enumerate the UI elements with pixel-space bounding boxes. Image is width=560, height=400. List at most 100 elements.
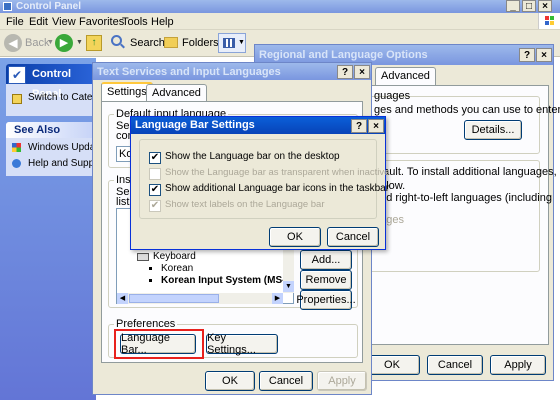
views-dropdown-icon: ▼ — [238, 39, 245, 46]
option-show-desktop[interactable]: ✔ Show the Language bar on the desktop — [149, 151, 369, 165]
views-grid-icon — [223, 38, 235, 48]
tsil-close-button[interactable]: × — [354, 65, 370, 79]
button-label: OK — [384, 359, 400, 371]
forward-dropdown-icon[interactable]: ▼ — [76, 39, 83, 46]
category-view-icon — [12, 94, 22, 104]
tab-settings[interactable]: Settings — [101, 82, 153, 102]
tab-label: Advanced — [381, 70, 430, 82]
folders-button[interactable]: Folders — [162, 33, 219, 53]
maximize-button[interactable]: □ — [522, 0, 536, 12]
see-also-title: See Also — [14, 124, 61, 136]
control-panel-titlebar[interactable]: Control Panel — [0, 0, 560, 13]
langbar-titlebar[interactable]: Language Bar Settings — [131, 117, 385, 134]
tab-advanced[interactable]: Advanced — [146, 84, 207, 102]
highlight-box — [114, 329, 204, 359]
tsil-ok-button[interactable]: OK — [205, 371, 255, 391]
option-taskbar-icons[interactable]: ✔ Show additional Language bar icons in … — [149, 183, 389, 197]
regional-text-1: guages — [374, 90, 411, 102]
keyboard-icon — [137, 253, 149, 261]
control-panel-icon: ✔ — [8, 66, 26, 84]
regional-help-button[interactable]: ? — [519, 48, 535, 62]
add-button[interactable]: Add... — [300, 250, 352, 270]
windows-update-icon — [12, 143, 21, 152]
scroll-right-icon[interactable]: ▶ — [272, 293, 283, 304]
langbar-dialog: Language Bar Settings ? × ✔ Show the Lan… — [130, 116, 390, 250]
menu-favorites[interactable]: Favorites — [79, 16, 124, 28]
properties-button[interactable]: Properties... — [296, 290, 356, 310]
option-text-labels: ✔ Show text labels on the Language bar — [149, 199, 369, 213]
option-label: Show the Language bar on the desktop — [165, 151, 340, 162]
checkbox-taskbar-icons[interactable]: ✔ — [149, 184, 161, 196]
button-label: Cancel — [437, 359, 473, 371]
button-label: Apply — [328, 375, 356, 387]
tree-korean[interactable]: Korean — [161, 263, 193, 274]
scroll-down-icon[interactable]: ▼ — [283, 281, 294, 292]
folder-icon — [164, 37, 178, 48]
regional-title: Regional and Language Options — [259, 49, 428, 61]
langbar-close-button[interactable]: × — [368, 119, 384, 133]
views-button[interactable]: ▼ — [218, 33, 246, 53]
tree-hscrollbar[interactable]: ◀ ▶ — [117, 293, 283, 304]
regional-close-button[interactable]: × — [536, 48, 552, 62]
langbar-ok-button[interactable]: OK — [269, 227, 321, 247]
folders-label: Folders — [182, 37, 219, 49]
button-label: Cancel — [268, 375, 304, 387]
menu-view[interactable]: View — [52, 16, 76, 28]
key-settings-button[interactable]: Key Settings... — [206, 332, 278, 356]
tree-keyboard[interactable]: Keyboard — [153, 251, 196, 262]
details-button[interactable]: Details... — [464, 120, 522, 140]
menu-help[interactable]: Help — [151, 16, 174, 28]
tsil-cancel-button[interactable]: Cancel — [259, 371, 313, 391]
back-label: Back — [25, 37, 50, 49]
checkbox-transparent — [149, 168, 161, 180]
tsil-title: Text Services and Input Languages — [97, 65, 281, 78]
regional-text-5: and right-to-left languages (including — [374, 192, 552, 204]
tsil-titlebar[interactable]: Text Services and Input Languages — [93, 63, 371, 80]
langbar-cancel-button[interactable]: Cancel — [327, 227, 379, 247]
button-label: Add... — [311, 254, 341, 266]
checkbox-show-desktop[interactable]: ✔ — [149, 152, 161, 164]
regional-tab-advanced[interactable]: Advanced — [375, 67, 436, 85]
button-label: Details... — [471, 124, 515, 136]
control-panel-app-icon — [3, 2, 12, 11]
scroll-thumb[interactable] — [129, 294, 219, 303]
menu-bar: File Edit View Favorites Tools Help — [0, 13, 560, 30]
task-pane: Control Panel ✔ Switch to Category View … — [0, 58, 136, 400]
back-dropdown-icon[interactable]: ▼ — [47, 39, 54, 46]
regional-text-2: ges and methods you can use to enter — [374, 104, 560, 116]
back-button[interactable]: ◀ Back — [3, 33, 51, 53]
up-folder-icon[interactable]: ↑ — [86, 35, 102, 51]
control-panel-section: Control Panel ✔ Switch to Category View — [6, 64, 136, 116]
search-button[interactable]: Search — [108, 33, 165, 53]
scroll-left-icon[interactable]: ◀ — [117, 293, 128, 304]
windows-logo-icon — [538, 13, 560, 29]
forward-button[interactable]: ▶ — [55, 34, 73, 52]
button-label: Cancel — [335, 231, 371, 243]
button-label: Apply — [504, 359, 532, 371]
button-label: Remove — [305, 274, 347, 286]
button-label: Key Settings... — [207, 332, 256, 356]
option-label: Show text labels on the Language bar — [165, 199, 325, 210]
regional-ok-button[interactable]: OK — [364, 355, 420, 375]
remove-button[interactable]: Remove — [300, 270, 352, 290]
regional-cancel-button[interactable]: Cancel — [427, 355, 483, 375]
tree-ime[interactable]: Korean Input System (MS-IME2 — [161, 275, 285, 286]
menu-tools[interactable]: Tools — [122, 16, 148, 28]
button-label: Properties... — [296, 294, 356, 306]
checkbox-text-labels: ✔ — [149, 200, 161, 212]
menu-file[interactable]: File — [6, 16, 24, 28]
menu-edit[interactable]: Edit — [29, 16, 48, 28]
langbar-help-button[interactable]: ? — [351, 119, 367, 133]
tab-label: Settings — [107, 86, 147, 98]
window-title: Control Panel — [16, 1, 82, 12]
tree-bullet-icon — [149, 279, 152, 282]
see-also-header[interactable]: See Also — [6, 122, 94, 138]
tsil-apply-button[interactable]: Apply — [317, 371, 367, 391]
button-label: OK — [222, 375, 238, 387]
tsil-help-button[interactable]: ? — [337, 65, 353, 79]
close-button[interactable]: × — [538, 0, 552, 12]
regional-text-3: efault. To install additional languages, — [374, 166, 557, 178]
regional-apply-button[interactable]: Apply — [490, 355, 546, 375]
option-label: Show the Language bar as transparent whe… — [165, 167, 390, 178]
minimize-button[interactable]: _ — [506, 0, 520, 12]
